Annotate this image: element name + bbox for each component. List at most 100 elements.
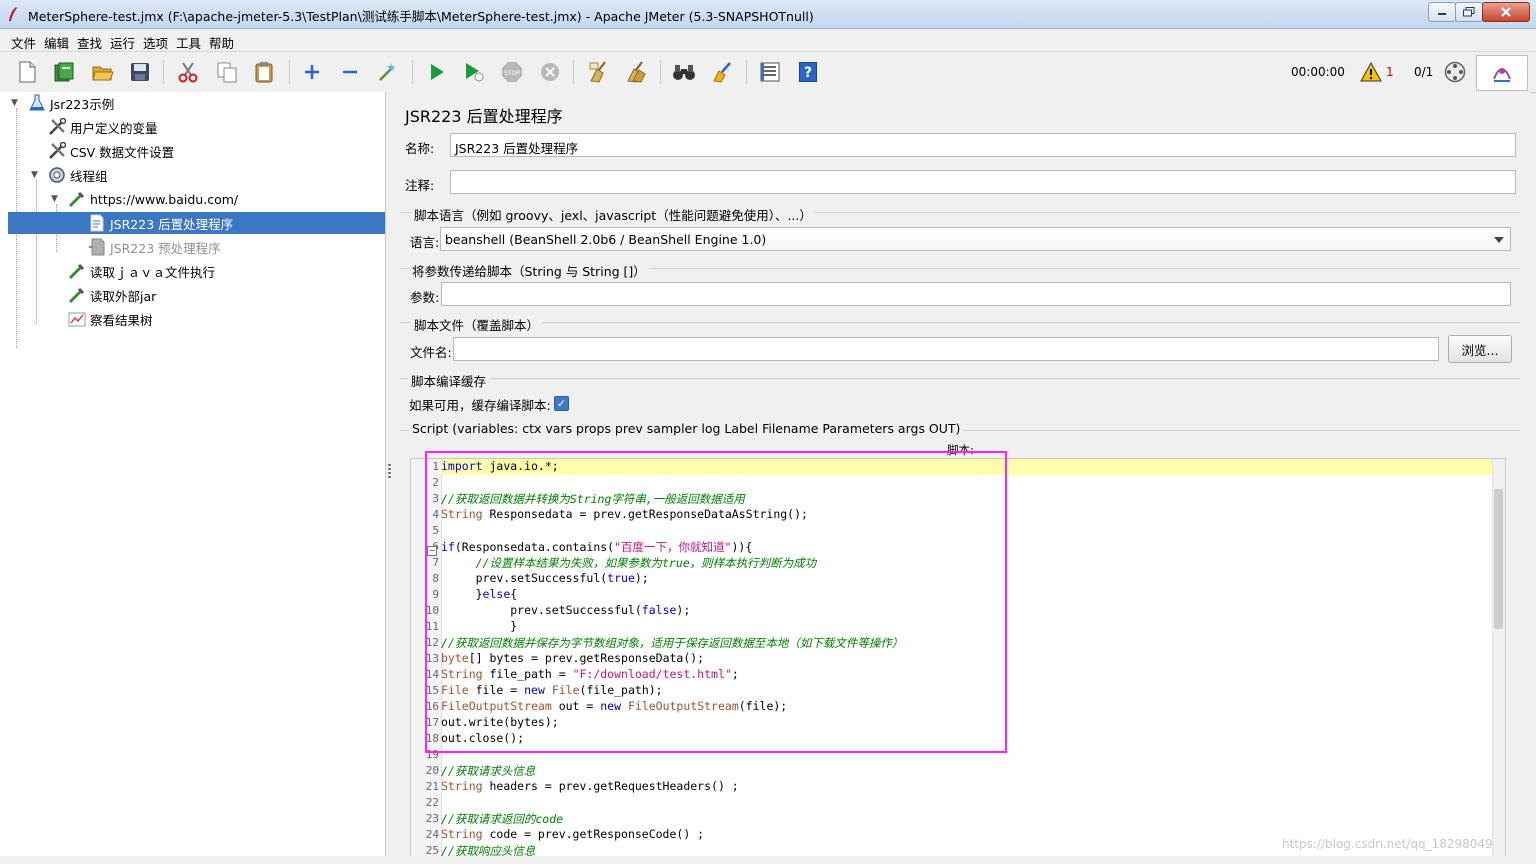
warning-indicator[interactable] — [1359, 60, 1383, 84]
checkmark-icon: ✓ — [556, 397, 567, 410]
log-viewer-button[interactable] — [1476, 55, 1528, 91]
window-title: MeterSphere-test.jmx (F:\apache-jmeter-5… — [28, 9, 814, 24]
shutdown-button[interactable] — [538, 60, 562, 84]
stop-icon: STOP — [502, 62, 522, 82]
tree-node-read-jar[interactable]: 读取外部jar — [68, 284, 156, 306]
copy-button[interactable] — [215, 60, 239, 84]
script-variables-label: Script (variables: ctx vars props prev s… — [409, 421, 964, 436]
tree-node-jsr223-preprocessor[interactable]: JSR223 预处理程序 — [88, 236, 221, 258]
listener-chart-icon — [68, 310, 86, 328]
new-file-icon — [19, 61, 36, 83]
templates-button[interactable] — [52, 60, 76, 84]
play-icon — [431, 64, 444, 80]
help-icon: ? — [799, 62, 817, 82]
log-viewer-icon — [1493, 68, 1511, 82]
shutdown-icon — [541, 63, 559, 81]
toolbar: STOP ? 00:00:00 1 0/1 — [0, 52, 1536, 93]
search-button[interactable] — [672, 60, 696, 84]
menu-options[interactable]: 选项 — [143, 33, 168, 52]
tree-node-test-plan[interactable]: Jsr223示例 — [28, 92, 114, 114]
watermark: https://blog.csdn.net/qq_18298049 — [1282, 837, 1493, 851]
stop-button[interactable]: STOP — [500, 60, 524, 84]
tree-node-user-defined-variables[interactable]: 用户定义的变量 — [48, 116, 158, 138]
tree-node-label: JSR223 预处理程序 — [110, 240, 221, 256]
cut-button[interactable] — [176, 60, 200, 84]
toggle-button[interactable] — [376, 60, 400, 84]
menu-run[interactable]: 运行 — [110, 33, 135, 52]
tree-node-thread-group[interactable]: 线程组 — [48, 164, 108, 186]
tree-node-label: https://www.baidu.com/ — [90, 191, 239, 207]
collapse-all-button[interactable] — [338, 60, 362, 84]
clear-all-button[interactable] — [624, 60, 648, 84]
toolbar-separator — [163, 60, 164, 84]
reset-search-button[interactable] — [710, 60, 734, 84]
open-button[interactable] — [91, 60, 115, 84]
filename-input[interactable] — [453, 337, 1439, 361]
tree-node-read-java[interactable]: 读取ｊａｖａ文件执行 — [68, 260, 215, 282]
open-folder-icon — [92, 66, 114, 81]
tree-node-view-results-tree[interactable]: 察看结果树 — [68, 308, 153, 330]
minimize-button[interactable] — [1428, 2, 1456, 22]
save-icon — [131, 63, 149, 81]
expand-all-button[interactable] — [300, 60, 324, 84]
code-line: String headers = prev.getRequestHeaders(… — [441, 779, 739, 793]
tree-node-label: 察看结果树 — [90, 312, 153, 328]
tree-node-http-sampler[interactable]: https://www.baidu.com/ — [68, 188, 238, 210]
language-select[interactable]: beanshell (BeanShell 2.0b6 / BeanShell E… — [440, 227, 1511, 251]
start-button[interactable] — [425, 60, 449, 84]
editor-vertical-scrollbar[interactable] — [1492, 459, 1505, 857]
menu-edit[interactable]: 编辑 — [44, 33, 69, 52]
line-number: 20 — [425, 764, 439, 777]
warning-icon — [1360, 62, 1382, 82]
expand-toggle-thread-group[interactable]: ▼ — [31, 170, 41, 180]
cut-icon — [178, 62, 198, 83]
scrollbar-thumb[interactable] — [1494, 489, 1503, 629]
browse-button[interactable]: 浏览... — [1448, 335, 1512, 363]
expand-toggle-root[interactable]: ▼ — [11, 98, 21, 108]
menu-file[interactable]: 文件 — [11, 33, 36, 52]
tree-node-label: Jsr223示例 — [50, 96, 115, 112]
function-helper-button[interactable] — [758, 60, 782, 84]
expand-toggle-sampler[interactable]: ▼ — [51, 194, 61, 204]
paste-button[interactable] — [252, 60, 276, 84]
help-button[interactable]: ? — [796, 60, 820, 84]
menu-tools[interactable]: 工具 — [176, 33, 201, 52]
clear-all-broom-icon — [627, 61, 646, 83]
sampler-pipette-icon — [68, 286, 86, 304]
toolbar-separator — [412, 60, 413, 84]
clear-button[interactable] — [586, 60, 610, 84]
language-selected-value: beanshell (BeanShell 2.0b6 / BeanShell E… — [445, 232, 767, 247]
tree-node-label: 读取ｊａｖａ文件执行 — [90, 264, 216, 280]
start-no-pauses-button[interactable] — [462, 60, 486, 84]
close-button[interactable] — [1482, 2, 1530, 22]
tree-node-jsr223-postprocessor[interactable]: JSR223 后置处理程序 — [8, 212, 385, 234]
tree-node-csv-data-set[interactable]: CSV 数据文件设置 — [48, 140, 174, 162]
window-bottom-edge — [0, 856, 1536, 864]
comment-input[interactable] — [450, 170, 1516, 194]
parameters-label: 参数: — [410, 290, 440, 305]
toolbar-separator — [573, 60, 574, 84]
maximize-button[interactable] — [1455, 2, 1483, 22]
svg-text:?: ? — [804, 65, 812, 81]
split-pane-divider[interactable] — [386, 92, 394, 856]
copy-icon — [217, 62, 237, 83]
toolbar-separator — [746, 60, 747, 84]
save-button[interactable] — [128, 60, 152, 84]
menu-search[interactable]: 查找 — [77, 33, 102, 52]
panel-title: JSR223 后置处理程序 — [405, 107, 563, 126]
toggle-wand-icon — [379, 63, 395, 81]
minus-icon — [343, 70, 357, 74]
svg-text:STOP: STOP — [504, 70, 520, 77]
minimize-icon — [1438, 13, 1446, 15]
parameters-input[interactable] — [441, 282, 1511, 306]
elapsed-timer: 00:00:00 — [1291, 65, 1345, 79]
cache-compiled-checkbox[interactable]: ✓ — [554, 396, 569, 411]
menu-help[interactable]: 帮助 — [209, 33, 234, 52]
play-no-timers-icon — [466, 63, 484, 82]
compile-cache-group-title: 脚本编译缓存 — [408, 371, 490, 390]
plus-icon — [305, 65, 319, 79]
new-button[interactable] — [15, 60, 39, 84]
name-input[interactable]: JSR223 后置处理程序 — [450, 133, 1516, 157]
thread-status-button[interactable] — [1443, 60, 1467, 84]
code-line: String code = prev.getResponseCode() ; — [441, 827, 705, 841]
